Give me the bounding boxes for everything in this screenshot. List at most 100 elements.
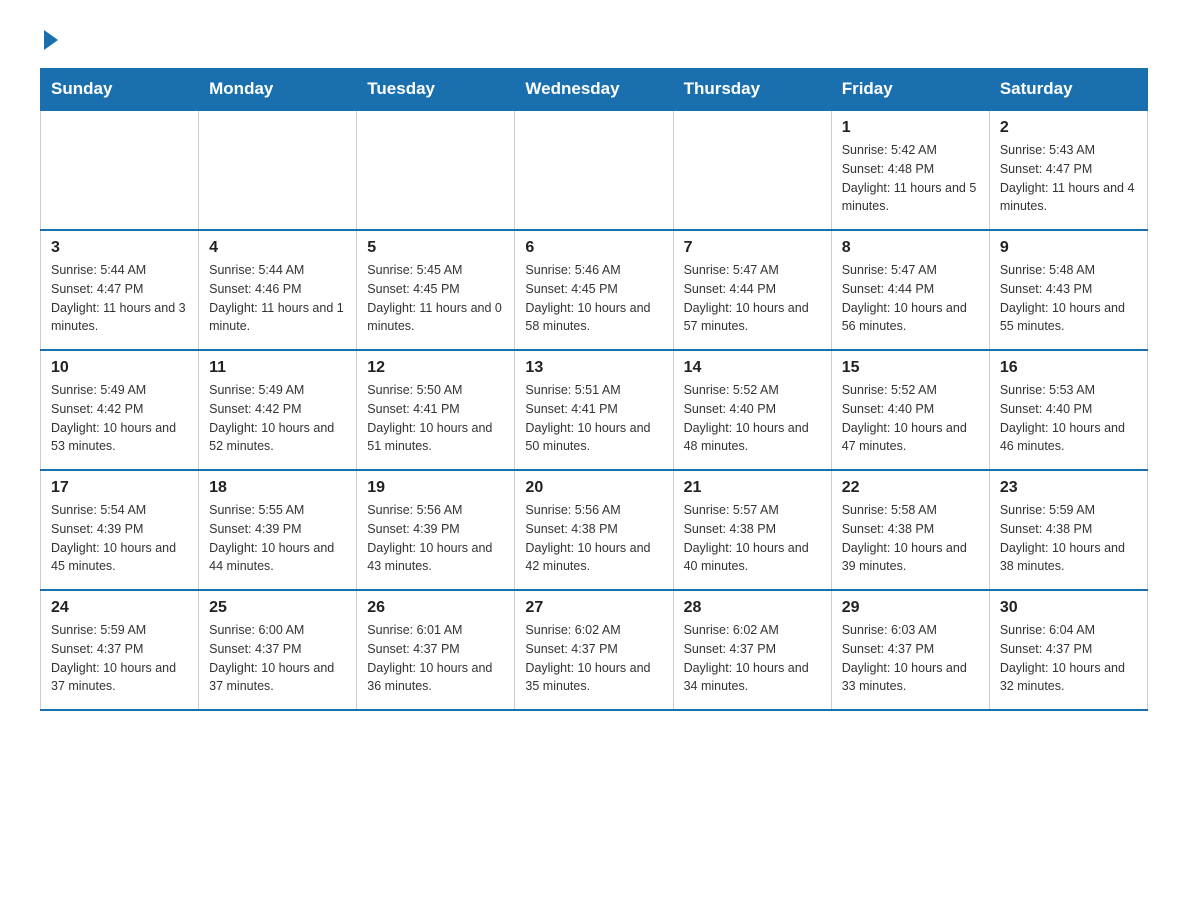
day-number: 12 — [367, 359, 504, 377]
day-number: 18 — [209, 479, 346, 497]
day-info: Sunrise: 5:47 AM Sunset: 4:44 PM Dayligh… — [684, 261, 821, 336]
day-info: Sunrise: 5:58 AM Sunset: 4:38 PM Dayligh… — [842, 501, 979, 576]
day-info: Sunrise: 5:44 AM Sunset: 4:47 PM Dayligh… — [51, 261, 188, 336]
logo-text — [40, 30, 58, 48]
day-info: Sunrise: 5:56 AM Sunset: 4:39 PM Dayligh… — [367, 501, 504, 576]
calendar-cell: 9 Sunrise: 5:48 AM Sunset: 4:43 PM Daylig… — [989, 230, 1147, 350]
day-info: Sunrise: 5:48 AM Sunset: 4:43 PM Dayligh… — [1000, 261, 1137, 336]
day-info: Sunrise: 6:02 AM Sunset: 4:37 PM Dayligh… — [684, 621, 821, 696]
day-number: 5 — [367, 239, 504, 257]
calendar-cell: 1 Sunrise: 5:42 AM Sunset: 4:48 PM Daylig… — [831, 110, 989, 230]
header-thursday: Thursday — [673, 69, 831, 111]
day-number: 8 — [842, 239, 979, 257]
calendar-cell: 20Sunrise: 5:56 AM Sunset: 4:38 PM Dayli… — [515, 470, 673, 590]
day-number: 2 — [1000, 119, 1137, 137]
logo — [40, 30, 58, 48]
day-info: Sunrise: 5:49 AM Sunset: 4:42 PM Dayligh… — [209, 381, 346, 456]
header-tuesday: Tuesday — [357, 69, 515, 111]
calendar-cell: 26 Sunrise: 6:01 AM Sunset: 4:37 PM Dayli… — [357, 590, 515, 710]
week-row-5: 24 Sunrise: 5:59 AM Sunset: 4:37 PM Dayli… — [41, 590, 1148, 710]
day-info: Sunrise: 6:00 AM Sunset: 4:37 PM Dayligh… — [209, 621, 346, 696]
day-info: Sunrise: 5:43 AM Sunset: 4:47 PM Dayligh… — [1000, 141, 1137, 216]
day-number: 17 — [51, 479, 188, 497]
calendar-cell: 11 Sunrise: 5:49 AM Sunset: 4:42 PM Dayli… — [199, 350, 357, 470]
calendar-cell: 27 Sunrise: 6:02 AM Sunset: 4:37 PM Dayli… — [515, 590, 673, 710]
header-wednesday: Wednesday — [515, 69, 673, 111]
day-number: 30 — [1000, 599, 1137, 617]
day-number: 24 — [51, 599, 188, 617]
calendar-cell: 16 Sunrise: 5:53 AM Sunset: 4:40 PM Dayli… — [989, 350, 1147, 470]
header-saturday: Saturday — [989, 69, 1147, 111]
calendar-cell: 8 Sunrise: 5:47 AM Sunset: 4:44 PM Daylig… — [831, 230, 989, 350]
calendar-cell: 6 Sunrise: 5:46 AM Sunset: 4:45 PM Daylig… — [515, 230, 673, 350]
day-number: 13 — [525, 359, 662, 377]
calendar-cell: 24 Sunrise: 5:59 AM Sunset: 4:37 PM Dayli… — [41, 590, 199, 710]
day-info: Sunrise: 5:49 AM Sunset: 4:42 PM Dayligh… — [51, 381, 188, 456]
calendar-cell: 30Sunrise: 6:04 AM Sunset: 4:37 PM Dayli… — [989, 590, 1147, 710]
calendar-cell: 29Sunrise: 6:03 AM Sunset: 4:37 PM Dayli… — [831, 590, 989, 710]
calendar-cell: 21 Sunrise: 5:57 AM Sunset: 4:38 PM Dayli… — [673, 470, 831, 590]
day-info: Sunrise: 5:57 AM Sunset: 4:38 PM Dayligh… — [684, 501, 821, 576]
calendar-cell: 18Sunrise: 5:55 AM Sunset: 4:39 PM Dayli… — [199, 470, 357, 590]
day-number: 14 — [684, 359, 821, 377]
calendar-cell: 23Sunrise: 5:59 AM Sunset: 4:38 PM Dayli… — [989, 470, 1147, 590]
day-number: 27 — [525, 599, 662, 617]
calendar-cell: 10 Sunrise: 5:49 AM Sunset: 4:42 PM Dayli… — [41, 350, 199, 470]
day-number: 7 — [684, 239, 821, 257]
calendar-cell: 2 Sunrise: 5:43 AM Sunset: 4:47 PM Daylig… — [989, 110, 1147, 230]
header-sunday: Sunday — [41, 69, 199, 111]
day-info: Sunrise: 5:59 AM Sunset: 4:37 PM Dayligh… — [51, 621, 188, 696]
calendar-cell: 3Sunrise: 5:44 AM Sunset: 4:47 PM Daylig… — [41, 230, 199, 350]
calendar-cell: 28 Sunrise: 6:02 AM Sunset: 4:37 PM Dayli… — [673, 590, 831, 710]
day-info: Sunrise: 6:01 AM Sunset: 4:37 PM Dayligh… — [367, 621, 504, 696]
calendar-header-row: SundayMondayTuesdayWednesdayThursdayFrid… — [41, 69, 1148, 111]
day-info: Sunrise: 5:52 AM Sunset: 4:40 PM Dayligh… — [684, 381, 821, 456]
calendar-cell: 15 Sunrise: 5:52 AM Sunset: 4:40 PM Dayli… — [831, 350, 989, 470]
day-info: Sunrise: 6:03 AM Sunset: 4:37 PM Dayligh… — [842, 621, 979, 696]
calendar-table: SundayMondayTuesdayWednesdayThursdayFrid… — [40, 68, 1148, 711]
day-number: 6 — [525, 239, 662, 257]
day-info: Sunrise: 5:51 AM Sunset: 4:41 PM Dayligh… — [525, 381, 662, 456]
calendar-cell: 14 Sunrise: 5:52 AM Sunset: 4:40 PM Dayli… — [673, 350, 831, 470]
week-row-1: 1 Sunrise: 5:42 AM Sunset: 4:48 PM Daylig… — [41, 110, 1148, 230]
day-number: 11 — [209, 359, 346, 377]
header-monday: Monday — [199, 69, 357, 111]
calendar-cell: 4 Sunrise: 5:44 AM Sunset: 4:46 PM Daylig… — [199, 230, 357, 350]
day-number: 26 — [367, 599, 504, 617]
day-info: Sunrise: 6:02 AM Sunset: 4:37 PM Dayligh… — [525, 621, 662, 696]
day-number: 1 — [842, 119, 979, 137]
day-info: Sunrise: 5:54 AM Sunset: 4:39 PM Dayligh… — [51, 501, 188, 576]
day-info: Sunrise: 5:42 AM Sunset: 4:48 PM Dayligh… — [842, 141, 979, 216]
day-number: 21 — [684, 479, 821, 497]
calendar-cell — [199, 110, 357, 230]
day-info: Sunrise: 5:47 AM Sunset: 4:44 PM Dayligh… — [842, 261, 979, 336]
calendar-cell: 19 Sunrise: 5:56 AM Sunset: 4:39 PM Dayli… — [357, 470, 515, 590]
calendar-cell: 22 Sunrise: 5:58 AM Sunset: 4:38 PM Dayli… — [831, 470, 989, 590]
calendar-cell: 13 Sunrise: 5:51 AM Sunset: 4:41 PM Dayli… — [515, 350, 673, 470]
day-info: Sunrise: 5:53 AM Sunset: 4:40 PM Dayligh… — [1000, 381, 1137, 456]
day-info: Sunrise: 5:52 AM Sunset: 4:40 PM Dayligh… — [842, 381, 979, 456]
calendar-cell: 17 Sunrise: 5:54 AM Sunset: 4:39 PM Dayli… — [41, 470, 199, 590]
calendar-cell — [515, 110, 673, 230]
day-number: 15 — [842, 359, 979, 377]
day-info: Sunrise: 5:44 AM Sunset: 4:46 PM Dayligh… — [209, 261, 346, 336]
page-header — [40, 30, 1148, 48]
calendar-cell — [357, 110, 515, 230]
calendar-cell: 7 Sunrise: 5:47 AM Sunset: 4:44 PM Daylig… — [673, 230, 831, 350]
calendar-cell: 12 Sunrise: 5:50 AM Sunset: 4:41 PM Dayli… — [357, 350, 515, 470]
day-number: 28 — [684, 599, 821, 617]
day-info: Sunrise: 5:50 AM Sunset: 4:41 PM Dayligh… — [367, 381, 504, 456]
logo-arrow-icon — [44, 30, 58, 50]
day-number: 22 — [842, 479, 979, 497]
day-number: 9 — [1000, 239, 1137, 257]
day-number: 10 — [51, 359, 188, 377]
calendar-cell — [41, 110, 199, 230]
week-row-2: 3Sunrise: 5:44 AM Sunset: 4:47 PM Daylig… — [41, 230, 1148, 350]
day-info: Sunrise: 5:46 AM Sunset: 4:45 PM Dayligh… — [525, 261, 662, 336]
day-number: 25 — [209, 599, 346, 617]
day-number: 4 — [209, 239, 346, 257]
day-number: 19 — [367, 479, 504, 497]
day-number: 23 — [1000, 479, 1137, 497]
week-row-3: 10 Sunrise: 5:49 AM Sunset: 4:42 PM Dayli… — [41, 350, 1148, 470]
day-number: 16 — [1000, 359, 1137, 377]
